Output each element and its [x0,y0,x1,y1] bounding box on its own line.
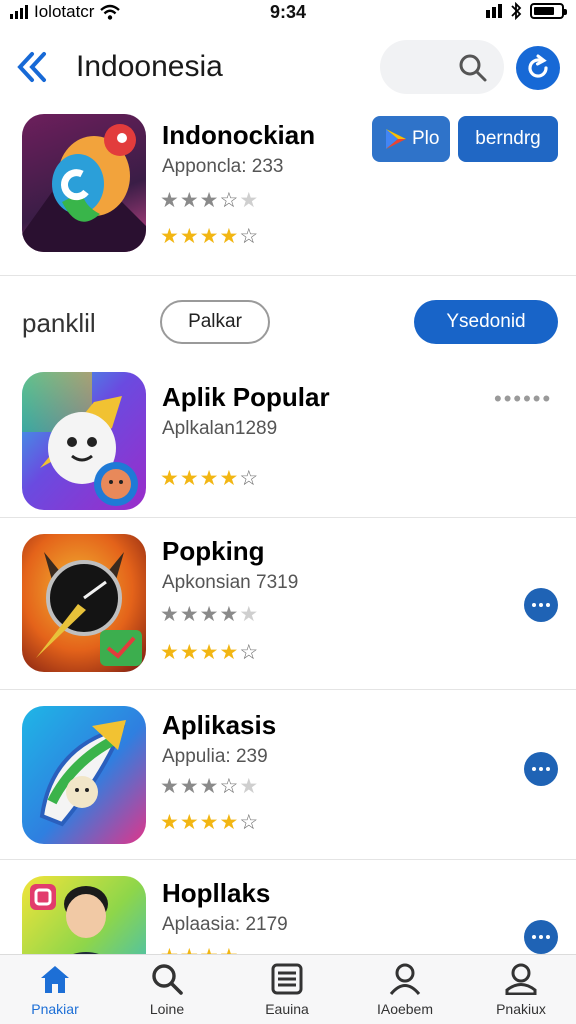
list-item[interactable]: Aplikasis Appulia: 239 ★★★☆★ ★★★★☆ [0,690,576,860]
rating-stars-gold: ★★★★☆ [160,641,260,664]
app-subtitle: Apkonsian 7319 [162,572,299,593]
app-icon[interactable] [22,876,146,954]
list-icon [271,963,303,995]
get-button[interactable]: berndrg [458,116,558,162]
tab-bar: Pnakiar Loine Eauina IAoebem Pnakiux [0,954,576,1024]
play-store-icon [386,129,406,149]
refresh-button[interactable] [516,46,560,90]
search-icon [152,964,183,995]
app-subtitle: Appulia: 239 [162,746,268,767]
featured-app[interactable]: Indonockian Apponcla: 233 ★★★☆★ ★★★★☆ Pl… [0,112,576,276]
search-icon [459,54,487,82]
page-title: Indoonesia [76,50,223,83]
featured-app-subtitle: Apponcla: 233 [162,156,284,177]
chevron-left-icon [17,52,46,82]
person-icon [389,963,421,995]
battery-icon [530,3,567,19]
see-all-button[interactable]: Ysedonid [414,300,558,344]
app-icon[interactable] [22,706,146,844]
tab-label: Pnakiar [31,1001,79,1017]
rating-stars-gold: ★★★★☆ [160,225,260,248]
more-button[interactable] [524,920,558,954]
status-bar: Iolotatcr 9:34 [0,0,576,26]
rating-stars-gray: ★★★★★ [160,603,260,626]
bluetooth-icon [511,2,522,20]
home-icon [41,966,69,993]
app-name[interactable]: Aplik Popular [162,382,330,413]
search-button[interactable] [380,40,504,94]
back-button[interactable] [14,50,54,84]
app-icon[interactable] [22,534,146,672]
play-store-label: Plo [412,128,440,149]
list-item[interactable]: Hopllaks Aplaasia: 2179 ★★★★ [0,860,576,954]
featured-app-name[interactable]: Indonockian [162,120,315,151]
tab-search[interactable]: Loine [112,963,222,1017]
tab-home[interactable]: Pnakiar [0,963,110,1017]
app-icon[interactable] [22,372,146,510]
rating-stars-gold: ★★★★☆ [160,811,260,834]
tab-label: Pnakiux [496,1001,546,1017]
tab-label: Loine [149,1001,185,1017]
filter-button[interactable]: Palkar [160,300,270,344]
play-store-button[interactable]: Plo [372,116,450,162]
more-options-icon[interactable]: •••••• [494,386,552,412]
rocket-icon [22,706,146,844]
speedometer-icon [22,534,146,672]
battery-fill [534,7,554,15]
header: Indoonesia [0,36,576,98]
refresh-icon [528,54,548,78]
more-button[interactable] [524,588,558,622]
rating-stars-gray: ★★★☆★ [160,189,260,212]
status-right [486,2,567,20]
app-name[interactable]: Aplikasis [162,710,276,741]
tab-profile[interactable]: Pnakiux [466,963,576,1017]
tab-list[interactable]: Eauina [232,963,342,1017]
app-subtitle: Aplaasia: 2179 [162,914,288,935]
more-button[interactable] [524,752,558,786]
rating-stars-gray: ★★★☆★ [160,775,260,798]
tab-person[interactable]: IAoebem [350,963,460,1017]
ghost-mascot-icon [22,372,146,510]
rating-stars-gold: ★★★★☆ [160,467,260,490]
rating-stars-gold: ★★★★ [160,944,239,954]
featured-app-icon[interactable] [22,114,146,252]
app-name[interactable]: Hopllaks [162,878,270,909]
signal-bars-icon [486,4,502,18]
tab-label: Eauina [265,1001,309,1017]
list-item[interactable]: Aplik Popular Aplkalan1289 ★★★★☆ •••••• [0,362,576,518]
section-title: panklil [22,308,96,338]
profile-icon [505,963,537,995]
app-subtitle: Aplkalan1289 [162,418,278,439]
section-header: panklil Palkar Ysedonid [0,296,576,352]
person-photo-icon [22,876,146,954]
list-item[interactable]: Popking Apkonsian 7319 ★★★★★ ★★★★☆ [0,518,576,690]
tab-label: IAoebem [376,1001,434,1017]
bird-icon [22,124,146,252]
app-name[interactable]: Popking [162,536,265,567]
